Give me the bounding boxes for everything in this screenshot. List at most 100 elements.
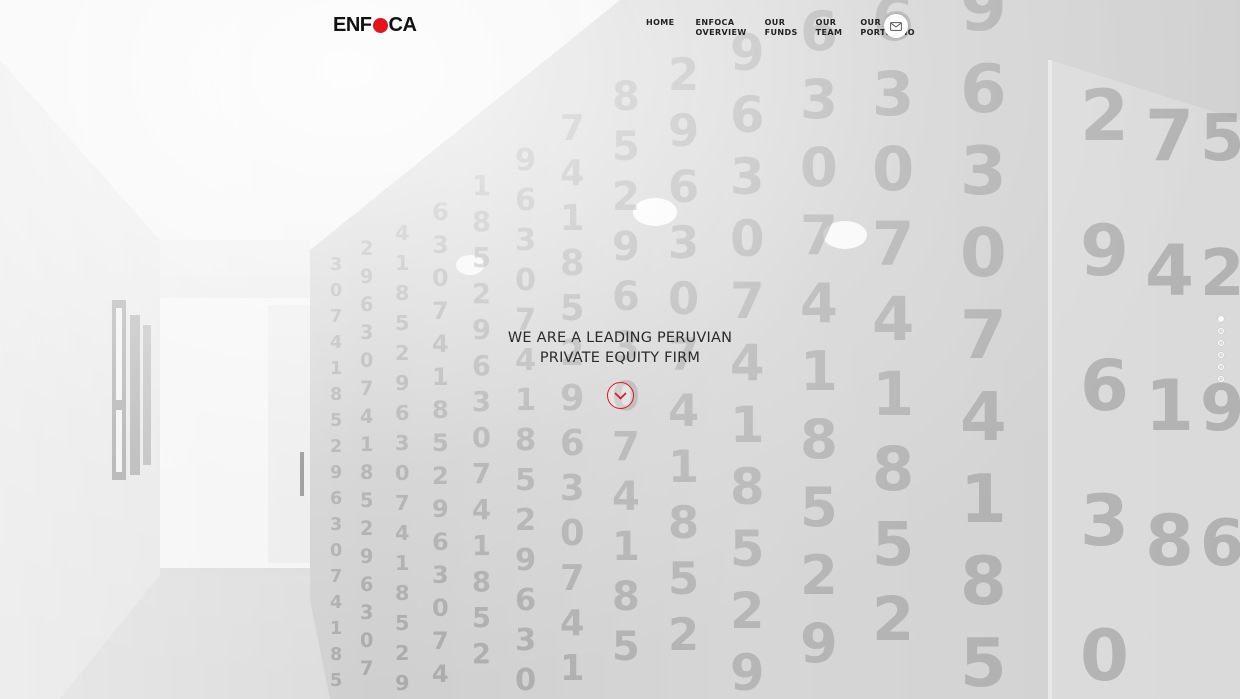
wall-number-glyph: 0	[515, 263, 536, 298]
logo-red-dot	[372, 18, 388, 33]
wall-number-glyph: 9	[1200, 372, 1240, 446]
wall-number-glyph: 8	[1145, 500, 1194, 582]
wall-number-glyph: 9	[668, 104, 699, 157]
wall-number-glyph: 4	[472, 495, 491, 526]
contact-mail-button[interactable]	[884, 14, 908, 38]
wall-number-glyph: 1	[872, 360, 914, 430]
wall-number-glyph: 8	[960, 542, 1007, 620]
wall-number-glyph: 6	[515, 183, 536, 218]
wall-number-glyph: 0	[515, 663, 536, 698]
wall-number-glyph: 1	[330, 619, 342, 639]
wall-number-glyph: 3	[330, 255, 342, 275]
wall-number-glyph: 0	[330, 281, 342, 301]
nav-label-home: HOME	[646, 18, 675, 27]
wall-number-glyph: 2	[800, 544, 838, 607]
wall-number-glyph: 9	[515, 143, 536, 178]
nav-item-home[interactable]: HOME	[646, 18, 675, 38]
wall-number-glyph: 8	[472, 567, 491, 598]
wall-number-glyph: 9	[515, 543, 536, 578]
nav-item-our-funds[interactable]: OUR FUNDS	[765, 18, 798, 38]
hero-line-1: WE ARE A LEADING PERUVIAN	[507, 330, 733, 346]
wall-number-glyph: 6	[668, 160, 699, 213]
wall-number-glyph: 0	[800, 136, 838, 199]
nav-label-line: TEAM	[815, 28, 843, 37]
wall-number-glyph: 8	[872, 435, 914, 505]
slider-dot[interactable]	[1218, 340, 1224, 346]
wall-number-glyph: 9	[612, 224, 640, 270]
wall-number-glyph: 5	[472, 603, 491, 634]
wall-number-glyph: 2	[330, 437, 342, 457]
wall-number-glyph: 6	[612, 274, 640, 320]
wall-number-glyph: 6	[432, 198, 449, 226]
slider-dot[interactable]	[1218, 376, 1224, 382]
logo-text-left: ENF	[333, 14, 372, 36]
wall-number-glyph: 6	[360, 573, 373, 596]
wall-number-glyph: 3	[1080, 480, 1129, 562]
wall-number-glyph: 7	[360, 657, 373, 680]
wall-number-glyph: 7	[872, 210, 914, 280]
wall-number-glyph: 3	[730, 148, 765, 206]
wall-number-glyph: 5	[395, 611, 409, 635]
hero-line-2: PRIVATE EQUITY FIRM	[539, 350, 701, 366]
wall-number-glyph: 4	[395, 221, 409, 245]
wall-number-glyph: 1	[515, 383, 536, 418]
wall-number-glyph: 0	[432, 594, 449, 622]
wall-number-glyph: 5	[515, 463, 536, 498]
slider-dot[interactable]	[1218, 316, 1224, 322]
nav-item-our-team[interactable]: OUR TEAM	[816, 18, 843, 38]
wall-number-glyph: 9	[1080, 210, 1129, 292]
wall-number-glyph: 1	[360, 433, 373, 456]
wall-number-glyph: 8	[730, 458, 765, 516]
slider-dot[interactable]	[1218, 352, 1224, 358]
wall-number-glyph: 6	[730, 86, 765, 144]
wall-number-glyph: 9	[360, 265, 373, 288]
wall-number-glyph: 8	[612, 74, 640, 120]
wall-number-glyph: 5	[800, 476, 838, 539]
wall-number-glyph: 7	[330, 307, 342, 327]
wall-number-glyph: 8	[395, 281, 409, 305]
wall-number-glyph: 3	[668, 216, 699, 269]
wall-number-glyph: 1	[560, 648, 584, 689]
envelope-icon	[890, 21, 902, 31]
wall-number-glyph: 0	[872, 135, 914, 205]
wall-number-glyph: 8	[432, 396, 449, 424]
wall-number-glyph: 3	[515, 623, 536, 658]
wall-number-glyph: 7	[560, 108, 584, 149]
wall-number-glyph: 3	[960, 132, 1007, 210]
wall-number-glyph: 3	[432, 561, 449, 589]
enfoca-logo[interactable]: ENF CA	[333, 14, 417, 37]
wall-number-glyph: 4	[330, 593, 342, 613]
wall-number-glyph: 4	[395, 521, 409, 545]
wall-number-glyph: 0	[1080, 615, 1129, 697]
wall-number-glyph: 1	[612, 524, 640, 570]
nav-label-line: OUR	[815, 18, 837, 27]
wall-number-glyph: 2	[472, 639, 491, 670]
wall-number-glyph: 5	[432, 429, 449, 457]
wall-number-glyph: 5	[360, 489, 373, 512]
wall-number-glyph: 2	[1080, 75, 1129, 157]
wall-number-glyph: 0	[472, 423, 491, 454]
wall-number-glyph: 6	[432, 528, 449, 556]
wall-number-glyph: 5	[1200, 102, 1240, 176]
wall-number-glyph: 8	[360, 461, 373, 484]
wall-number-glyph: 7	[330, 567, 342, 587]
wall-number-glyph: 7	[432, 297, 449, 325]
wall-number-glyph: 7	[560, 558, 584, 599]
scroll-down-button[interactable]	[607, 382, 634, 409]
wall-number-glyph: 7	[730, 272, 765, 330]
wall-number-glyph: 4	[360, 405, 373, 428]
slider-dot[interactable]	[1218, 328, 1224, 334]
wall-number-glyph: 3	[472, 387, 491, 418]
wall-number-glyph: 3	[360, 601, 373, 624]
wall-number-glyph: 2	[360, 517, 373, 540]
wall-number-glyph: 8	[612, 574, 640, 620]
wall-number-glyph: 2	[872, 585, 914, 655]
wall-number-glyph: 9	[560, 378, 584, 419]
wall-number-glyph: 0	[560, 513, 584, 554]
wall-number-glyph: 9	[730, 644, 765, 699]
slider-dot[interactable]	[1218, 364, 1224, 370]
wall-number-glyph: 4	[1145, 230, 1194, 312]
nav-item-enfoca-overview[interactable]: ENFOCA OVERVIEW	[696, 18, 747, 38]
wall-number-glyph: 4	[800, 272, 838, 335]
wall-number-glyph: 7	[432, 627, 449, 655]
